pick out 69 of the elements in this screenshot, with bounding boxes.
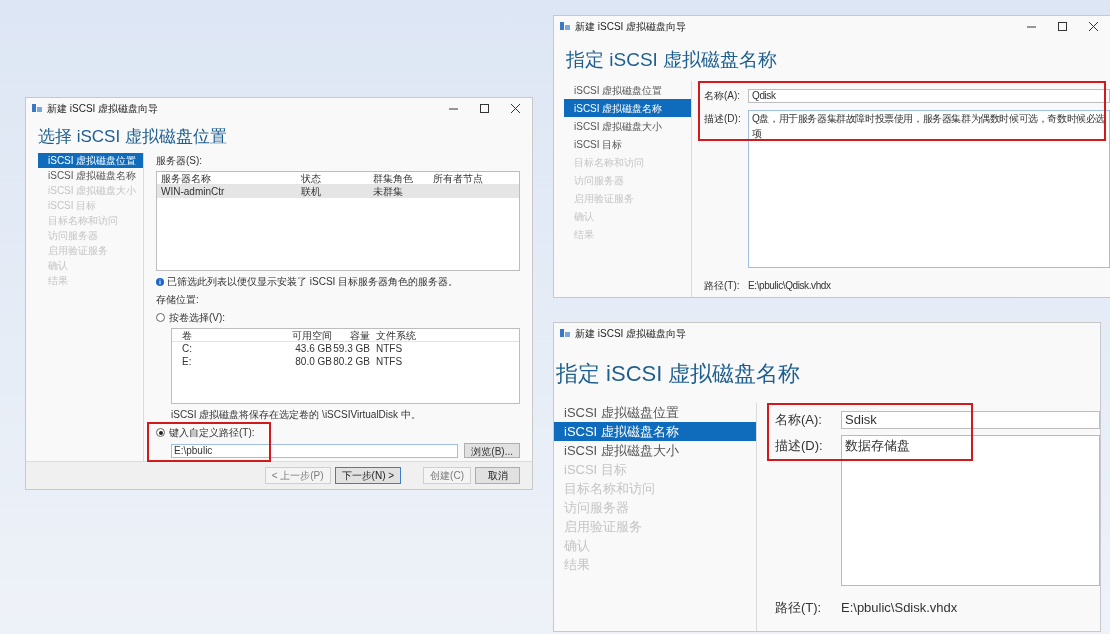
radio-button[interactable] (156, 313, 165, 322)
list-cell-text: 未群集 (373, 185, 404, 199)
maximize-icon[interactable] (1058, 21, 1067, 31)
list-row[interactable]: E: 80.0 GB80.2 GB NTFS (172, 355, 519, 368)
list-cell-text: 59.3 GB (332, 342, 370, 356)
list-cell-text: 80.0 GB (294, 355, 332, 369)
wizard-button[interactable]: 下一步(N) > (334, 467, 402, 484)
wizard-step[interactable]: iSCSI 虚拟磁盘大小 (564, 117, 691, 135)
window-title: 新建 iSCSI 虚拟磁盘向导 (575, 326, 687, 341)
radio-label[interactable]: 键入自定义路径(T): (169, 425, 255, 440)
column-header[interactable]: 可用空间 (282, 327, 332, 343)
column-header[interactable]: 所有者节点 (433, 170, 503, 186)
wizard-step[interactable]: iSCSI 虚拟磁盘位置 (564, 81, 691, 99)
wizard-step[interactable]: iSCSI 虚拟磁盘位置 (38, 153, 143, 168)
name-field[interactable]: Qdisk (748, 88, 1110, 103)
list-row[interactable]: WIN-adminCtr 联机 未群集 (157, 185, 519, 198)
section-label: 存储位置: (156, 293, 200, 307)
list-cell-text: 43.6 GB (294, 342, 332, 356)
list-cell-text: WIN-adminCtr (161, 185, 226, 199)
radio-label[interactable]: 按卷选择(V): (169, 310, 226, 325)
field-label: 描述(D): (704, 112, 742, 126)
description-field[interactable]: Q盘，用于服务器集群故障时投票使用，服务器集群为偶数时候可选，奇数时候必选项 (748, 110, 1110, 268)
list-cell-text: 80.2 GB (332, 355, 370, 369)
list-cell-text: NTFS (375, 355, 404, 369)
column-header[interactable]: 状态 (301, 170, 373, 186)
close-icon[interactable] (1089, 21, 1098, 31)
wizard-icon (560, 21, 570, 31)
column-header[interactable]: 群集角色 (373, 170, 433, 186)
list-row[interactable]: C: 43.6 GB59.3 GB NTFS (172, 342, 519, 355)
column-header[interactable]: 文件系统 (370, 327, 422, 343)
field-label: 路径(T): (775, 598, 823, 617)
maximize-icon[interactable] (480, 103, 489, 113)
window-title: 新建 iSCSI 虚拟磁盘向导 (47, 101, 159, 116)
close-icon[interactable] (511, 103, 520, 113)
wizard-step[interactable]: iSCSI 虚拟磁盘位置 (554, 403, 756, 422)
list-cell-text: 联机 (301, 185, 322, 199)
name-field[interactable]: Sdisk (841, 411, 1100, 429)
field-label: 路径(T): (704, 279, 741, 293)
wizard-heading: 选择 iSCSI 虚拟磁盘位置 (37, 126, 228, 148)
column-header[interactable]: 容量 (332, 327, 370, 343)
path-field[interactable]: E:\pbulic (171, 443, 459, 458)
window-title: 新建 iSCSI 虚拟磁盘向导 (575, 19, 687, 34)
note-text: iSCSI 虚拟磁盘将保存在选定卷的 \iSCSIVirtualDisk 中。 (170, 408, 422, 422)
wizard-step[interactable]: iSCSI 虚拟磁盘大小 (554, 441, 756, 460)
field-label: 描述(D): (775, 437, 824, 455)
wizard-step[interactable]: iSCSI 虚拟磁盘名称 (554, 422, 756, 441)
info-icon (156, 277, 164, 286)
list-cell-text: NTFS (375, 342, 404, 356)
path-text: E:\pbulic\Sdisk.vhdx (841, 598, 958, 617)
section-label: 服务器(S): (156, 154, 204, 168)
wizard-step[interactable]: iSCSI 虚拟磁盘名称 (38, 168, 143, 183)
list-cell-text: C: (182, 342, 193, 356)
wizard-button[interactable]: 取消 (475, 467, 520, 484)
wizard-step[interactable]: iSCSI 目标 (564, 135, 691, 153)
field-label: 名称(A): (704, 89, 742, 103)
column-header[interactable]: 卷 (182, 327, 282, 343)
info-text: 已筛选此列表以便仅显示安装了 iSCSI 目标服务器角色的服务器。 (167, 275, 459, 289)
path-text: E:\pbulic\Qdisk.vhdx (748, 279, 831, 293)
list-cell-text: E: (182, 355, 193, 369)
radio-button[interactable] (156, 428, 165, 437)
column-header[interactable]: 服务器名称 (161, 170, 301, 186)
browse-button[interactable]: 浏览(B)... (464, 443, 520, 458)
wizard-heading: 指定 iSCSI 虚拟磁盘名称 (555, 360, 802, 388)
field-label: 名称(A): (775, 411, 823, 430)
wizard-heading: 指定 iSCSI 虚拟磁盘名称 (565, 48, 779, 72)
description-field[interactable]: 数据存储盘 (841, 435, 1100, 586)
wizard-step[interactable]: iSCSI 虚拟磁盘名称 (564, 99, 691, 117)
wizard-icon (560, 328, 570, 338)
wizard-icon (32, 103, 42, 113)
